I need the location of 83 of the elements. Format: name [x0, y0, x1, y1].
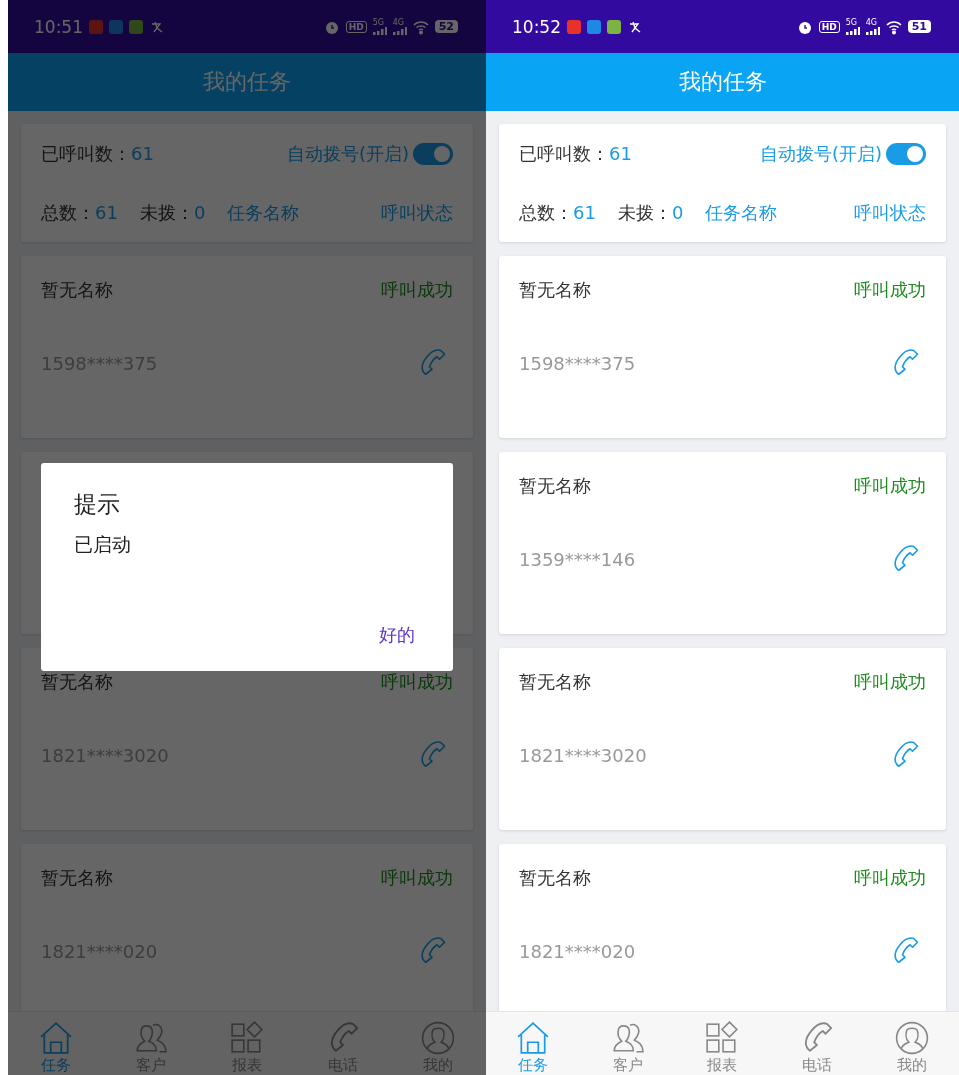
call-status: 呼叫成功	[854, 474, 926, 498]
task-card[interactable]: 暂无名称 呼叫成功 1821****020	[499, 844, 946, 1011]
app-icon	[607, 19, 621, 34]
people-icon	[610, 1021, 645, 1055]
page-title: 我的任务	[678, 68, 767, 96]
grid-icon	[705, 1021, 740, 1055]
task-name: 暂无名称	[41, 670, 113, 694]
task-name: 暂无名称	[519, 866, 591, 890]
total-value: 61	[573, 202, 596, 223]
task-name-link[interactable]: 任务名称	[227, 200, 300, 225]
nav-tab[interactable]: 电话	[787, 1021, 848, 1075]
call-status: 呼叫成功	[381, 670, 453, 694]
app-icon	[109, 19, 123, 34]
battery-level: 52	[434, 20, 458, 33]
call-status: 呼叫成功	[854, 670, 926, 694]
auto-dial-switch[interactable]	[886, 142, 926, 165]
called-count-value: 61	[609, 143, 632, 164]
profile-icon	[894, 1021, 929, 1055]
nav-tab[interactable]: 我的	[881, 1021, 942, 1075]
total-label: 总数：	[41, 200, 95, 225]
auto-dial-switch[interactable]	[413, 142, 453, 165]
signal-icon	[392, 26, 407, 35]
phone-number: 1821****3020	[519, 744, 647, 766]
app-icon	[567, 19, 581, 34]
network-label: 4G	[392, 18, 404, 27]
network-label: 4G	[865, 18, 877, 27]
call-status: 呼叫成功	[854, 278, 926, 302]
phone-number: 1598****375	[519, 352, 636, 374]
signal-icon	[845, 26, 860, 35]
undialed-value: 0	[671, 202, 684, 223]
auto-dial-label: 自动拨号(开启)	[759, 141, 882, 166]
call-status-link[interactable]: 呼叫状态	[854, 200, 926, 225]
wifi-icon	[412, 18, 429, 35]
dialog-message: 已启动	[74, 532, 132, 557]
nav-tab[interactable]: 报表	[692, 1021, 753, 1075]
page-title: 我的任务	[203, 68, 291, 96]
clock: 10:52	[512, 16, 561, 37]
profile-icon	[421, 1021, 456, 1055]
phone-number: 1359****146	[519, 548, 636, 570]
home-icon	[38, 1021, 73, 1055]
hd-badge: HD	[818, 20, 840, 33]
nav-tab[interactable]: 任务	[25, 1021, 86, 1075]
undialed-label: 未拨：	[617, 200, 672, 225]
task-name: 暂无名称	[519, 474, 591, 498]
task-name: 暂无名称	[41, 866, 113, 890]
app-icon	[587, 19, 601, 34]
task-name: 暂无名称	[519, 278, 591, 302]
clock: 10:51	[34, 16, 83, 37]
total-label: 总数：	[519, 200, 573, 225]
call-status: 呼叫成功	[854, 866, 926, 890]
network-label: 5G	[845, 18, 857, 27]
called-count-value: 61	[131, 143, 154, 164]
hd-badge: HD	[345, 20, 367, 33]
grid-icon	[230, 1021, 264, 1055]
phone-number: 1821****020	[519, 940, 636, 962]
called-count-label: 已呼叫数：	[41, 141, 131, 166]
task-card[interactable]: 暂无名称 呼叫成功 1359****146	[499, 452, 946, 634]
call-status: 呼叫成功	[381, 278, 453, 302]
signal-icon	[865, 26, 880, 35]
call-status: 呼叫成功	[381, 866, 453, 890]
undialed-value: 0	[193, 202, 206, 223]
call-status-link[interactable]: 呼叫状态	[381, 200, 453, 225]
nav-tab[interactable]: 客户	[597, 1021, 658, 1075]
signal-icon	[372, 26, 387, 35]
home-icon	[516, 1021, 551, 1055]
task-name: 暂无名称	[41, 278, 113, 302]
total-value: 61	[95, 202, 118, 223]
network-label: 5G	[372, 18, 384, 27]
battery-level: 51	[907, 20, 931, 33]
nav-tab[interactable]: 任务	[503, 1021, 564, 1075]
task-card[interactable]: 暂无名称 呼叫成功 1821****3020	[499, 648, 946, 830]
task-card[interactable]: 暂无名称 呼叫成功 1598****375	[499, 256, 946, 438]
ok-button[interactable]: 好的	[379, 623, 415, 647]
app-icon	[129, 19, 143, 34]
auto-dial-label: 自动拨号(开启)	[286, 141, 409, 166]
undialed-label: 未拨：	[139, 200, 194, 225]
wifi-icon	[885, 18, 902, 35]
dialog-title: 提示	[74, 490, 121, 519]
task-name: 暂无名称	[519, 670, 591, 694]
called-count-label: 已呼叫数：	[519, 141, 609, 166]
app-icon	[89, 19, 103, 34]
people-icon	[134, 1021, 169, 1055]
task-name-link[interactable]: 任务名称	[705, 200, 778, 225]
